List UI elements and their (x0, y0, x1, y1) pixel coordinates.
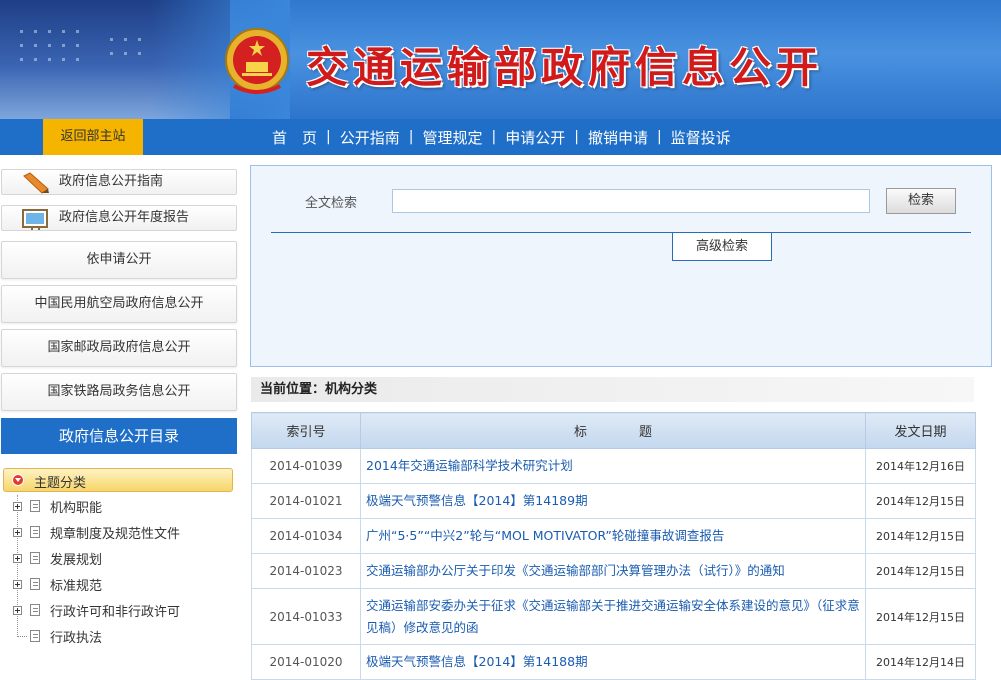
row-date: 2014年12月15日 (865, 483, 976, 519)
row-date: 2014年12月15日 (865, 518, 976, 554)
document-icon (30, 500, 40, 512)
row-title-link[interactable]: 交通运输部办公厅关于印发《交通运输部部门决算管理办法（试行）》的通知 (360, 553, 866, 589)
table-row: 2014-01039 2014年交通运输部科学技术研究计划 2014年12月16… (251, 448, 976, 484)
row-title-link[interactable]: 2014年交通运输部科学技术研究计划 (360, 448, 866, 484)
search-button[interactable]: 检索 (886, 188, 956, 214)
expand-icon[interactable] (13, 580, 22, 589)
document-icon (30, 552, 40, 564)
nav-links: 首 页 | 公开指南 | 管理规定 | 申请公开 | 撤销申请 | 监督投诉 (272, 127, 731, 148)
tab-civil-aviation[interactable]: 中国民用航空局政府信息公开 (1, 285, 237, 323)
row-index: 2014-01033 (251, 588, 361, 645)
row-title-link[interactable]: 交通运输部安委办关于征求《交通运输部关于推进交通运输安全体系建设的意见》（征求意… (360, 588, 866, 645)
main-nav: 返回部主站 首 页 | 公开指南 | 管理规定 | 申请公开 | 撤销申请 | … (0, 119, 1001, 155)
expand-icon[interactable] (13, 606, 22, 615)
breadcrumb: 当前位置：机构分类 (251, 377, 974, 402)
search-panel: 全文检索 检索 高级检索 (250, 165, 992, 367)
document-icon (30, 604, 40, 616)
nav-home[interactable]: 首 页 (272, 127, 317, 148)
header-banner: 交通运输部政府信息公开 (0, 0, 1001, 119)
document-icon (30, 526, 40, 538)
guide-button[interactable]: 政府信息公开指南 (1, 169, 237, 195)
row-title-link[interactable]: 广州“5·5”“中兴2”轮与“MOL MOTIVATOR”轮碰撞事故调查报告 (360, 518, 866, 554)
row-index: 2014-01039 (251, 448, 361, 484)
tab-postal[interactable]: 国家邮政局政府信息公开 (1, 329, 237, 367)
table-row: 2014-01034 广州“5·5”“中兴2”轮与“MOL MOTIVATOR”… (251, 518, 976, 554)
row-date: 2014年12月15日 (865, 588, 976, 645)
row-index: 2014-01034 (251, 518, 361, 554)
expand-icon[interactable] (13, 502, 22, 511)
catalog-title: 政府信息公开目录 (1, 418, 237, 454)
back-to-main-site-button[interactable]: 返回部主站 (43, 119, 143, 155)
tab-apply-public[interactable]: 依申请公开 (1, 241, 237, 279)
national-emblem-icon (225, 28, 289, 94)
report-board-icon (22, 209, 48, 230)
nav-guide[interactable]: 公开指南 (340, 127, 400, 148)
table-row: 2014-01021 极端天气预警信息【2014】第14189期 2014年12… (251, 483, 976, 519)
expand-icon[interactable] (13, 554, 22, 563)
pencil-icon (23, 172, 49, 194)
topic-category-toggle[interactable]: 主题分类 (3, 468, 233, 492)
expand-icon[interactable] (13, 528, 22, 537)
table-row: 2014-01023 交通运输部办公厅关于印发《交通运输部部门决算管理办法（试行… (251, 553, 976, 589)
row-index: 2014-01021 (251, 483, 361, 519)
collapse-arrow-icon (12, 474, 24, 486)
document-icon (30, 630, 40, 642)
nav-rules[interactable]: 管理规定 (422, 127, 482, 148)
row-index: 2014-01023 (251, 553, 361, 589)
row-title-link[interactable]: 极端天气预警信息【2014】第14189期 (360, 483, 866, 519)
advanced-search-tab[interactable]: 高级检索 (672, 233, 772, 261)
fulltext-search-input[interactable] (392, 189, 870, 213)
row-date: 2014年12月16日 (865, 448, 976, 484)
row-date: 2014年12月15日 (865, 553, 976, 589)
header-index: 索引号 (251, 412, 361, 449)
search-label: 全文检索 (305, 196, 358, 211)
nav-revoke[interactable]: 撤销申请 (588, 127, 648, 148)
document-table: 索引号 标 题 发文日期 2014-01039 2014年交通运输部科学技术研究… (251, 412, 976, 680)
header-title: 标 题 (360, 412, 866, 449)
annual-report-button[interactable]: 政府信息公开年度报告 (1, 205, 237, 231)
nav-apply[interactable]: 申请公开 (505, 127, 565, 148)
header-date: 发文日期 (865, 412, 976, 449)
site-title: 交通运输部政府信息公开 (306, 43, 824, 92)
nav-complaint[interactable]: 监督投诉 (671, 127, 731, 148)
tab-railway[interactable]: 国家铁路局政务信息公开 (1, 373, 237, 411)
document-icon (30, 578, 40, 590)
table-row: 2014-01033 交通运输部安委办关于征求《交通运输部关于推进交通运输安全体… (251, 588, 976, 645)
